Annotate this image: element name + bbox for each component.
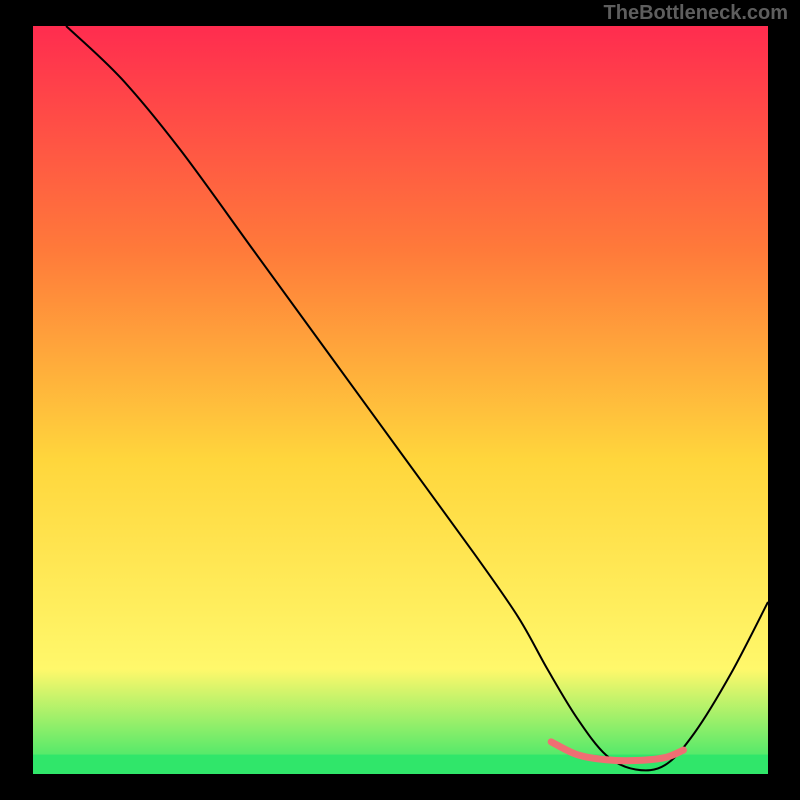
plot-background (33, 26, 768, 774)
bottleneck-chart (0, 0, 800, 800)
watermark-text: TheBottleneck.com (604, 2, 788, 25)
chart-container: TheBottleneck.com (0, 0, 800, 800)
